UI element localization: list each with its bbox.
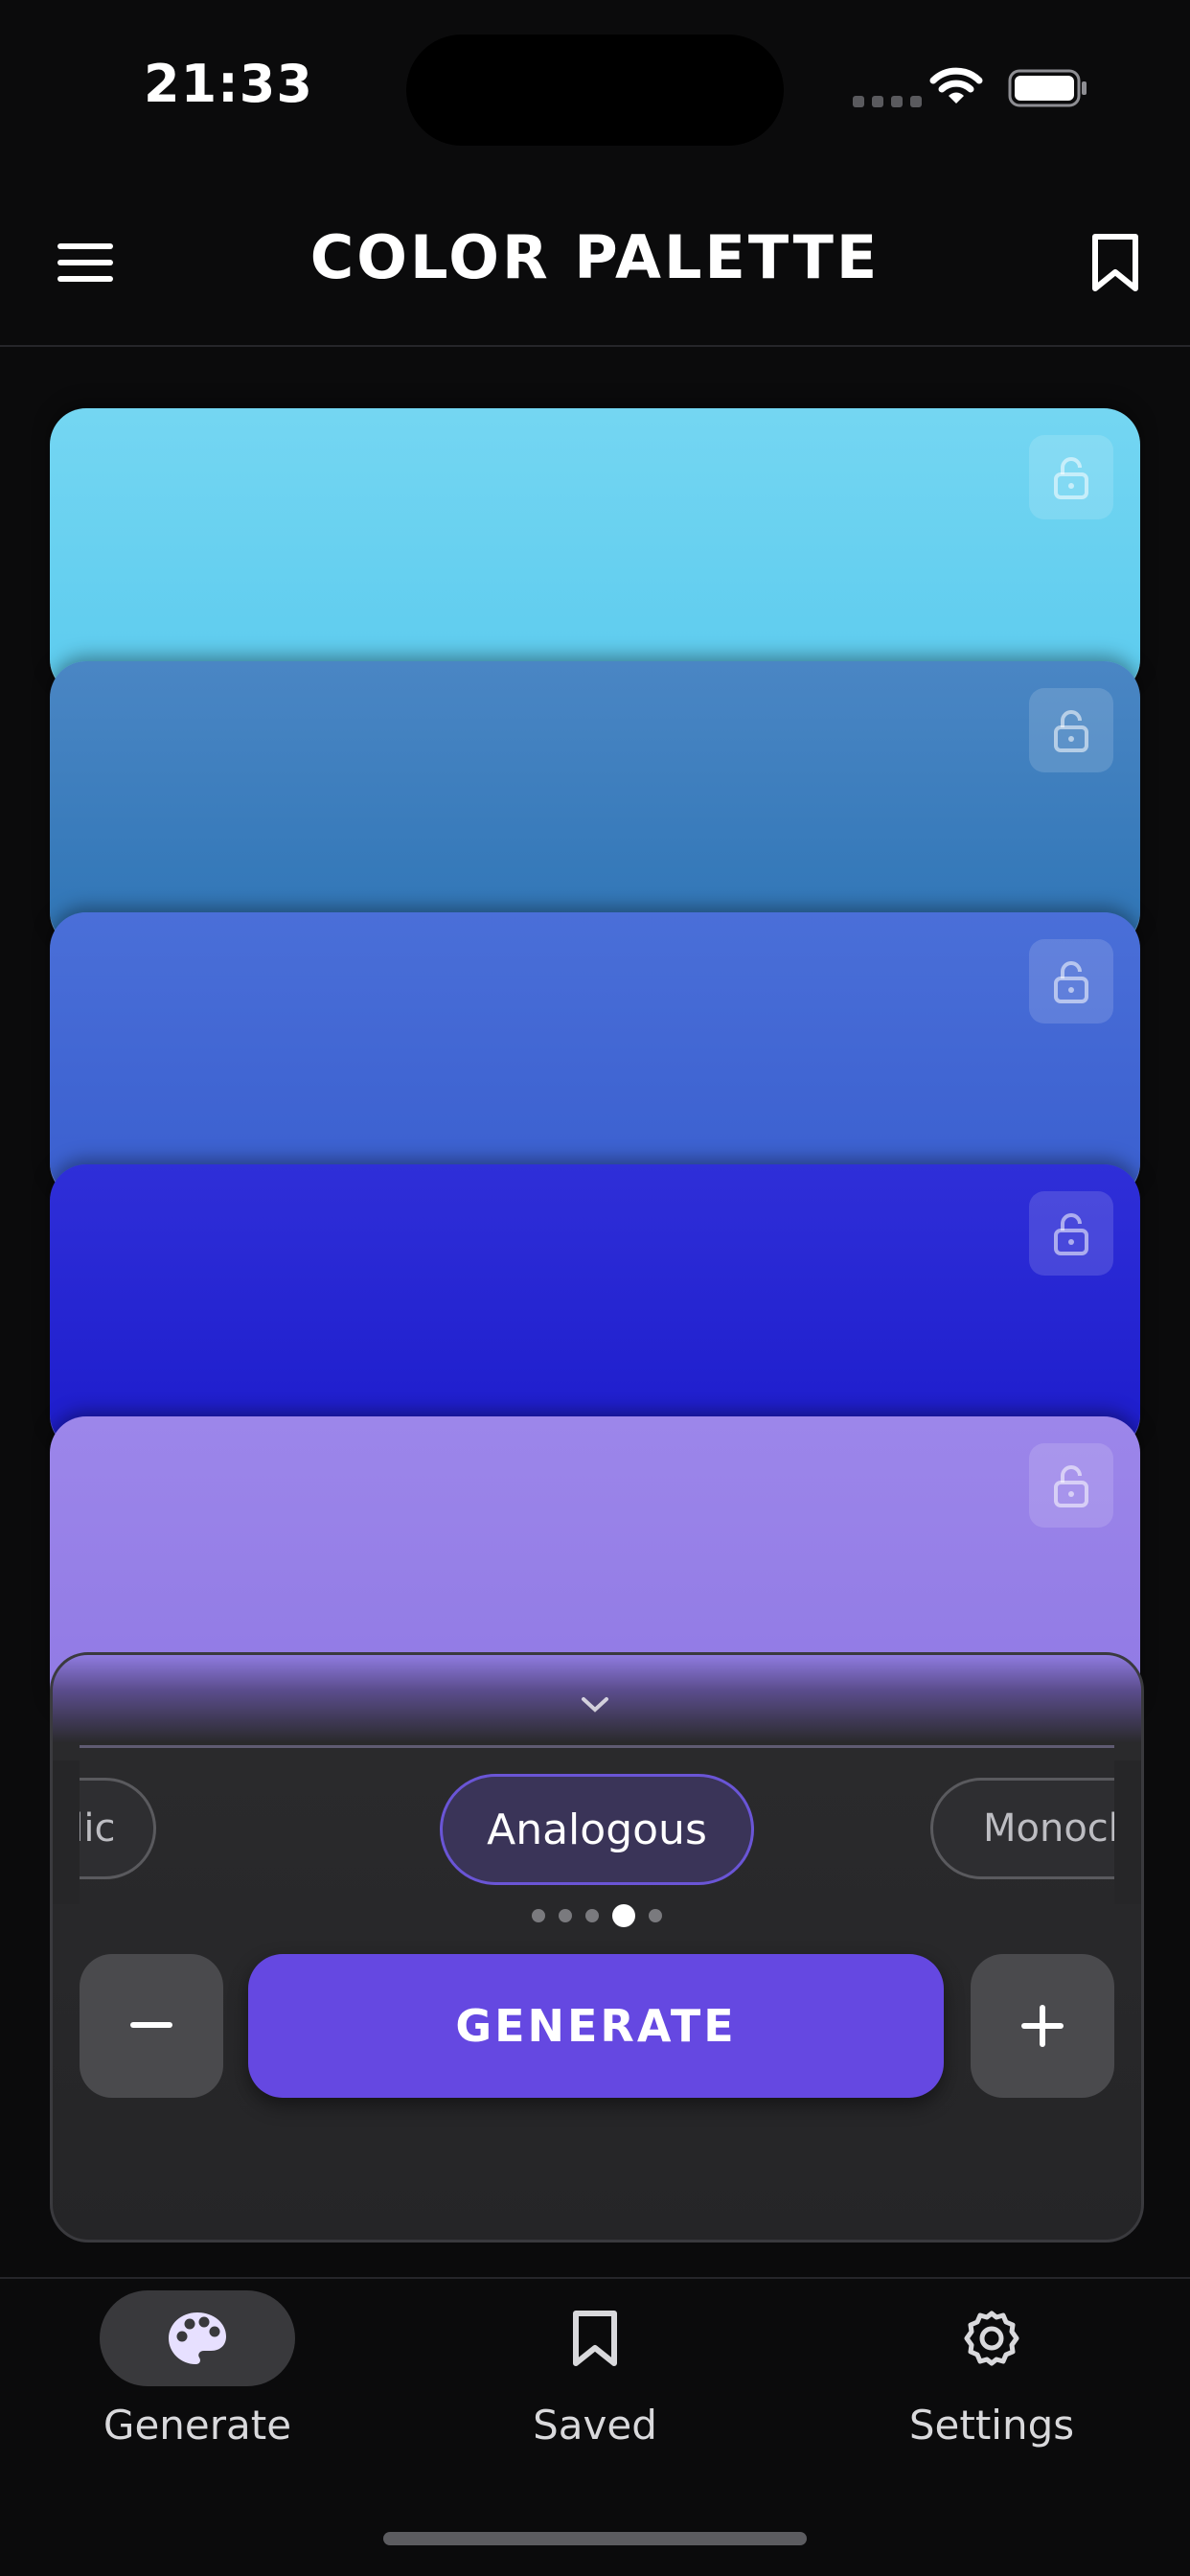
lock-toggle-button[interactable]: [1029, 939, 1113, 1024]
tab-saved[interactable]: Saved: [451, 2290, 739, 2449]
bookmark-icon[interactable]: [1090, 232, 1140, 293]
mode-page-indicator: [53, 1904, 1141, 1927]
battery-icon: [1008, 69, 1087, 107]
unlock-icon: [1054, 1213, 1088, 1255]
add-color-button[interactable]: [971, 1954, 1114, 2098]
lock-toggle-button[interactable]: [1029, 1443, 1113, 1528]
page-dot-active: [612, 1904, 635, 1927]
color-swatch[interactable]: [50, 661, 1140, 949]
dynamic-island: [406, 34, 784, 146]
mode-chip-monochromatic[interactable]: Monoch: [930, 1778, 1141, 1879]
lock-toggle-button[interactable]: [1029, 1191, 1113, 1276]
tab-label-saved: Saved: [533, 2402, 657, 2449]
unlock-icon: [1054, 710, 1088, 752]
unlock-icon: [1054, 1465, 1088, 1507]
chevron-down-icon[interactable]: [578, 1693, 612, 1714]
bookmark-icon: [573, 2311, 617, 2366]
header-divider: [0, 345, 1190, 347]
panel-divider: [80, 1745, 1114, 1748]
carousel-edge-mask: [53, 1760, 80, 1904]
color-swatch[interactable]: [50, 408, 1140, 696]
generator-panel: adic Analogous Monoch GENERATE: [50, 1652, 1144, 2242]
plus-icon: [1021, 2005, 1064, 2047]
tab-generate[interactable]: Generate: [54, 2290, 341, 2449]
tab-bar-divider: [0, 2277, 1190, 2279]
tab-label-settings: Settings: [908, 2402, 1075, 2449]
tab-label-generate: Generate: [103, 2402, 292, 2449]
tab-settings[interactable]: Settings: [848, 2290, 1135, 2449]
lock-toggle-button[interactable]: [1029, 435, 1113, 519]
tab-icon-wrap: [497, 2290, 693, 2386]
tab-icon-pill: [100, 2290, 295, 2386]
unlock-icon: [1054, 961, 1088, 1003]
page-title: COLOR PALETTE: [309, 222, 881, 292]
mode-chip-analogous[interactable]: Analogous: [440, 1774, 754, 1885]
gear-icon: [964, 2311, 1019, 2366]
palette-icon: [169, 2312, 226, 2364]
wifi-icon: [929, 67, 983, 104]
remove-color-button[interactable]: [80, 1954, 223, 2098]
unlock-icon: [1054, 457, 1088, 499]
color-swatch[interactable]: [50, 912, 1140, 1200]
page-dot: [559, 1909, 572, 1922]
lock-toggle-button[interactable]: [1029, 688, 1113, 772]
page-dot: [532, 1909, 545, 1922]
page-dot: [649, 1909, 662, 1922]
generate-button[interactable]: GENERATE: [248, 1954, 944, 2098]
tab-icon-wrap: [894, 2290, 1089, 2386]
page-dot: [585, 1909, 599, 1922]
carousel-edge-mask: [1114, 1760, 1141, 1904]
color-swatch[interactable]: [50, 1164, 1140, 1452]
status-time: 21:33: [144, 54, 313, 114]
cellular-signal-icon: [853, 96, 922, 107]
minus-icon: [130, 2022, 172, 2028]
home-indicator: [383, 2532, 807, 2545]
